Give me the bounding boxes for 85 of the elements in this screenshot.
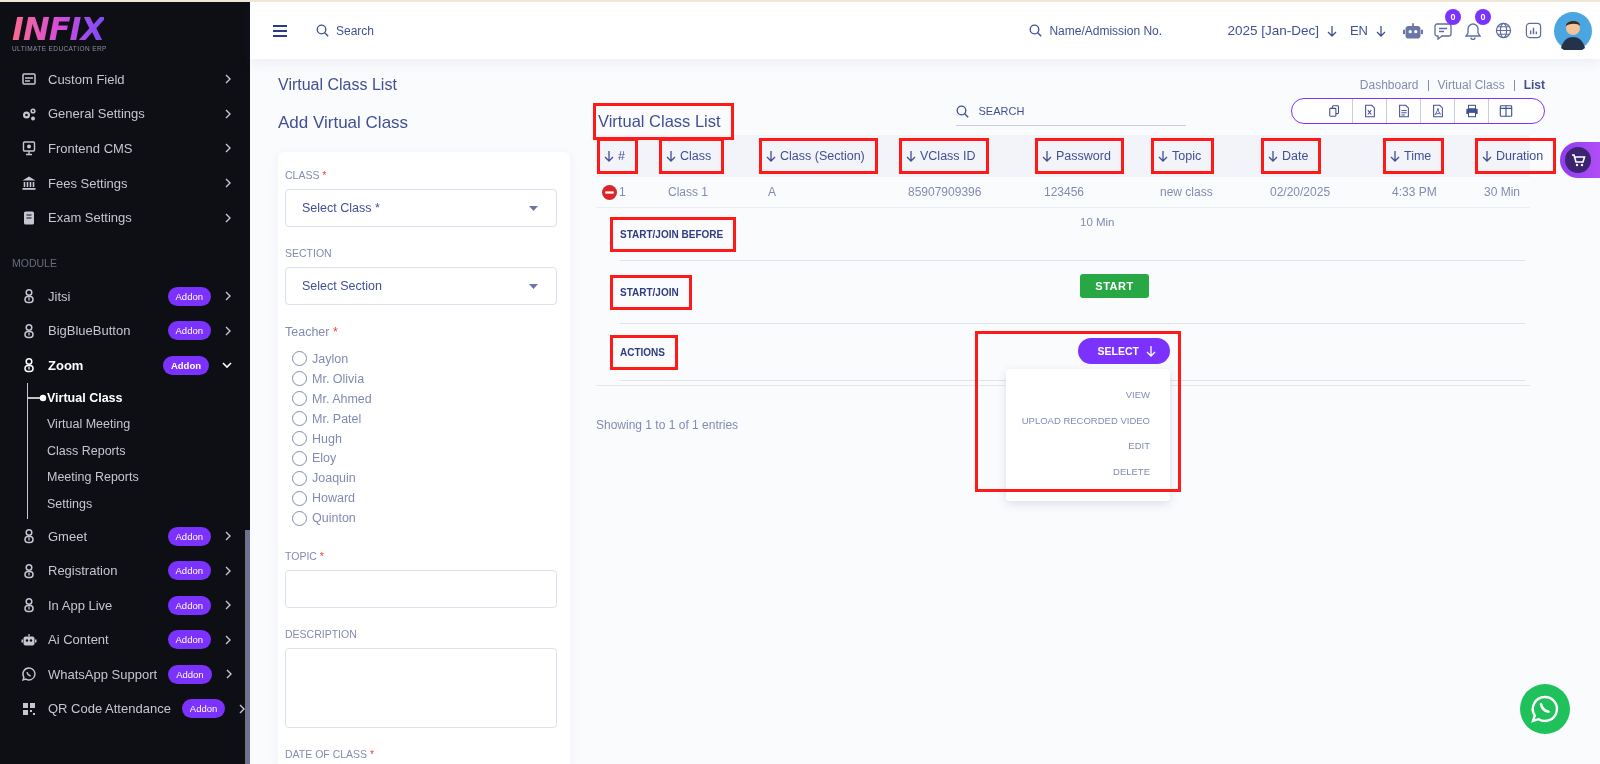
breadcrumb-link[interactable]: List bbox=[1513, 79, 1545, 91]
sidebar-item[interactable]: Ai Content Addon bbox=[0, 622, 244, 658]
search-field[interactable]: SEARCH bbox=[978, 105, 1186, 117]
section-label: MODULE bbox=[11, 255, 58, 271]
select-field[interactable]: Select Class * bbox=[285, 189, 557, 227]
table-cell: A bbox=[768, 185, 776, 199]
addon-badge: Addon bbox=[167, 561, 211, 581]
menu-item[interactable]: EDIT bbox=[1108, 436, 1170, 462]
table-cell: Class 1 bbox=[668, 185, 708, 199]
addon-badge: Addon bbox=[167, 526, 211, 546]
table-cell: 30 Min bbox=[1484, 185, 1521, 199]
submenu-item[interactable]: Settings bbox=[28, 490, 244, 517]
sidebar-item[interactable]: BigBlueButton Addon bbox=[0, 313, 244, 349]
sidebar-item[interactable]: WhatsApp Support Addon bbox=[0, 657, 244, 692]
column-header[interactable]: # bbox=[600, 141, 635, 171]
column-header[interactable]: Date bbox=[1264, 141, 1319, 171]
column-header[interactable]: Class bbox=[662, 141, 722, 171]
addon-badge: Addon bbox=[168, 664, 212, 684]
column-header[interactable]: Password bbox=[1038, 141, 1121, 171]
addon-badge: Addon bbox=[167, 286, 211, 306]
sidebar-item[interactable]: Jitsi Addon bbox=[0, 278, 244, 314]
table-cell: 02/20/2025 bbox=[1270, 185, 1331, 199]
addon-badge: Addon bbox=[167, 321, 211, 341]
addon-badge: Addon bbox=[181, 699, 226, 719]
sidebar-item[interactable]: Gmeet Addon bbox=[0, 518, 244, 554]
field-label: START/JOIN bbox=[613, 277, 689, 307]
submenu-item[interactable]: Virtual Class bbox=[28, 384, 244, 412]
field-label: TOPIC * bbox=[285, 550, 325, 562]
search-field[interactable]: Search bbox=[336, 23, 476, 38]
sidebar-item[interactable]: General Settings bbox=[0, 96, 244, 132]
menu-item[interactable]: VIEW bbox=[1105, 385, 1170, 411]
sidebar-item[interactable]: Exam Settings bbox=[0, 200, 244, 235]
radio-label: Jaylon bbox=[312, 351, 349, 366]
select-field[interactable]: Select Section bbox=[285, 267, 557, 305]
field-label: START/JOIN BEFORE bbox=[613, 219, 734, 249]
field-label: Teacher * bbox=[285, 325, 339, 339]
sidebar-item[interactable]: QR Code Attendance Addon bbox=[0, 691, 244, 727]
table-cell: 4:33 PM bbox=[1392, 185, 1437, 199]
radio-label: Mr. Patel bbox=[312, 411, 362, 426]
addon-badge: Addon bbox=[167, 630, 211, 650]
field-label: SECTION bbox=[285, 247, 333, 259]
radio-label: Eloy bbox=[312, 451, 337, 466]
list-title: Virtual Class List bbox=[596, 106, 731, 137]
session-dropdown[interactable]: 2025 [Jan-Dec] bbox=[1227, 23, 1337, 38]
submenu-item[interactable]: Class Reports bbox=[28, 437, 244, 464]
column-header[interactable]: Duration bbox=[1478, 141, 1554, 171]
sidebar-item[interactable]: Frontend CMS bbox=[0, 131, 244, 166]
field-label: CLASS * bbox=[285, 169, 328, 181]
column-header[interactable]: Time bbox=[1386, 141, 1442, 171]
addon-badge: Addon bbox=[162, 355, 209, 375]
column-header[interactable]: Topic bbox=[1154, 141, 1212, 171]
table-cell: new class bbox=[1160, 185, 1213, 199]
column-header[interactable]: VClass ID bbox=[902, 141, 986, 171]
language-dropdown[interactable]: EN bbox=[1349, 23, 1386, 38]
menu-item[interactable]: DELETE bbox=[1093, 461, 1170, 487]
sidebar-item[interactable]: Custom Field bbox=[0, 62, 244, 97]
field-label: ACTIONS bbox=[613, 337, 675, 367]
submenu-item[interactable]: Meeting Reports bbox=[28, 463, 244, 491]
sidebar-item[interactable]: Zoom Addon bbox=[0, 348, 244, 383]
form-title: Add Virtual Class bbox=[278, 112, 410, 134]
radio-label: Hugh bbox=[312, 431, 342, 446]
entries-info: Showing 1 to 1 of 1 entries bbox=[596, 418, 739, 432]
sidebar-item[interactable]: Registration Addon bbox=[0, 553, 244, 588]
sidebar-item[interactable]: Fees Settings bbox=[0, 165, 244, 201]
table-cell: 85907909396 bbox=[908, 185, 982, 199]
submenu-item[interactable]: Virtual Meeting bbox=[28, 411, 244, 438]
table-cell: 123456 bbox=[1044, 185, 1085, 199]
field-label: DATE OF CLASS * bbox=[285, 748, 376, 760]
select-button[interactable]: SELECT bbox=[1077, 338, 1170, 364]
column-header[interactable]: Class (Section) bbox=[762, 141, 875, 171]
count-badge: 0 bbox=[1445, 8, 1461, 25]
admission-search-field[interactable]: Name/Admission No. bbox=[1049, 23, 1190, 38]
table-cell: 1 bbox=[619, 185, 626, 199]
radio-label: Mr. Olivia bbox=[312, 371, 365, 386]
page-title: Virtual Class List bbox=[278, 76, 397, 94]
count-badge: 0 bbox=[1475, 8, 1491, 25]
detail-value: 10 Min bbox=[1080, 216, 1115, 228]
menu-item[interactable]: UPLOAD RECORDED VIDEO bbox=[1001, 410, 1170, 436]
radio-label: Howard bbox=[312, 491, 356, 506]
sidebar-item[interactable]: In App Live Addon bbox=[0, 587, 244, 623]
radio-label: Joaquin bbox=[312, 471, 356, 486]
addon-badge: Addon bbox=[167, 595, 211, 615]
field-label: DESCRIPTION bbox=[285, 628, 358, 640]
radio-label: Quinton bbox=[312, 511, 356, 526]
radio-label: Mr. Ahmed bbox=[312, 391, 372, 406]
